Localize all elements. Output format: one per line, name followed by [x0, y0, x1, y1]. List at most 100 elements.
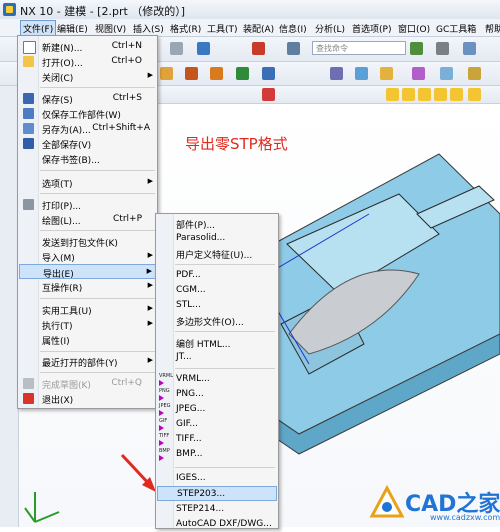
export-iges[interactable]: IGES...: [157, 471, 277, 486]
file-menu-close[interactable]: 关闭(C) ▶: [19, 69, 156, 84]
menu-separator: [40, 351, 155, 352]
jpeg-icon-tag: JPEG: [159, 403, 171, 409]
bmp-icon-tag: BMP: [159, 448, 170, 454]
export-vrml-label: VRML...: [176, 374, 210, 384]
export-bmp[interactable]: BMP BMP...: [157, 447, 277, 462]
save-work-part-icon: [23, 108, 34, 119]
menu-separator: [40, 298, 155, 299]
file-menu-export[interactable]: 导出(E) ▶: [19, 264, 156, 280]
file-menu-close-label: 关闭(C): [42, 74, 74, 84]
file-menu-save-bookmark[interactable]: 保存书签(B)...: [19, 151, 156, 166]
vrml-icon-tag: VRML: [159, 373, 173, 379]
png-icon-tag: PNG: [159, 388, 170, 394]
menu-separator: [40, 230, 155, 231]
file-menu-properties-label: 属性(I): [42, 337, 70, 347]
file-menu-utilities[interactable]: 实用工具(U) ▶: [19, 302, 156, 317]
cad-logo-icon: [369, 484, 405, 518]
export-jt[interactable]: JT...: [157, 350, 277, 365]
export-vrml[interactable]: VRML VRML...: [157, 372, 277, 387]
new-file-icon: [23, 41, 36, 54]
file-menu-finish-sketch-shortcut: Ctrl+Q: [111, 378, 142, 388]
file-menu-recent-parts[interactable]: 最近打开的部件(Y) ▶: [19, 354, 156, 369]
file-menu-finish-sketch: 完成草图(K) Ctrl+Q: [19, 376, 156, 391]
export-udf-label: 用户定义特征(U)...: [176, 251, 253, 261]
file-menu-open[interactable]: 打开(O)... Ctrl+O: [19, 54, 156, 69]
export-tiff[interactable]: TIFF TIFF...: [157, 432, 277, 447]
save-icon: [23, 93, 34, 104]
export-gif[interactable]: GIF GIF...: [157, 417, 277, 432]
export-autocad[interactable]: AutoCAD DXF/DWG...: [157, 517, 277, 532]
file-menu-options[interactable]: 选项(T) ▶: [19, 175, 156, 190]
tiff-icon-tag: TIFF: [159, 433, 170, 439]
file-menu-save-all[interactable]: 全部保存(V): [19, 136, 156, 151]
png-file-icon: PNG: [159, 388, 170, 401]
file-menu-open-shortcut: Ctrl+O: [111, 56, 142, 66]
export-part[interactable]: 部件(P)...: [157, 216, 277, 231]
export-jpeg-label: JPEG...: [176, 404, 206, 414]
file-menu-import-label: 导入(M): [42, 254, 75, 264]
file-menu-plot-label: 绘图(L)...: [42, 217, 81, 227]
export-pdf[interactable]: PDF...: [157, 268, 277, 283]
export-bmp-label: BMP...: [176, 449, 203, 459]
file-menu-execute[interactable]: 执行(T) ▶: [19, 317, 156, 332]
submenu-arrow-icon: ▶: [147, 71, 153, 79]
export-jpeg[interactable]: JPEG JPEG...: [157, 402, 277, 417]
file-menu-exit[interactable]: 退出(X): [19, 391, 156, 406]
file-menu-finish-sketch-label: 完成草图(K): [42, 381, 91, 391]
menu-separator: [40, 170, 155, 171]
export-png-label: PNG...: [176, 389, 204, 399]
export-png[interactable]: PNG PNG...: [157, 387, 277, 402]
export-polygon-file[interactable]: 多边形文件(O)...: [157, 313, 277, 328]
export-stl[interactable]: STL...: [157, 298, 277, 313]
export-cgm[interactable]: CGM...: [157, 283, 277, 298]
save-as-icon: [23, 123, 34, 134]
export-part-label: 部件(P)...: [176, 221, 216, 231]
file-menu-interop-label: 互操作(R): [42, 284, 83, 294]
gif-icon-tag: GIF: [159, 418, 168, 424]
submenu-arrow-icon: ▶: [147, 251, 153, 259]
export-autocad-label: AutoCAD DXF/DWG...: [176, 519, 272, 529]
file-menu-send-to-package[interactable]: 发送到打包文件(K): [19, 234, 156, 249]
submenu-arrow-icon: ▶: [147, 281, 153, 289]
submenu-arrow-icon: ▶: [147, 319, 153, 327]
export-submenu: 部件(P)... Parasolid... 用户定义特征(U)... PDF..…: [155, 213, 279, 529]
export-step203[interactable]: STEP203...: [157, 486, 277, 501]
export-jt-label: JT...: [176, 352, 192, 362]
export-step203-label: STEP203...: [177, 489, 226, 499]
file-menu: 新建(N)... Ctrl+N 打开(O)... Ctrl+O 关闭(C) ▶ …: [17, 35, 158, 409]
file-menu-save[interactable]: 保存(S) Ctrl+S: [19, 91, 156, 106]
file-menu-print[interactable]: 打印(P)...: [19, 197, 156, 212]
file-menu-save-as[interactable]: 另存为(A)... Ctrl+Shift+A: [19, 121, 156, 136]
file-menu-import[interactable]: 导入(M) ▶: [19, 249, 156, 264]
export-parasolid[interactable]: Parasolid...: [157, 231, 277, 246]
file-menu-new-label: 新建(N)...: [42, 44, 83, 54]
submenu-arrow-icon: ▶: [147, 304, 153, 312]
export-step214-label: STEP214...: [176, 504, 225, 514]
export-polygon-file-label: 多边形文件(O)...: [176, 318, 244, 328]
file-menu-interop[interactable]: 互操作(R) ▶: [19, 279, 156, 294]
file-menu-save-as-label: 另存为(A)...: [42, 126, 91, 136]
export-udf[interactable]: 用户定义特征(U)...: [157, 246, 277, 261]
file-menu-new[interactable]: 新建(N)... Ctrl+N: [19, 39, 156, 54]
vrml-file-icon: VRML: [159, 373, 173, 386]
submenu-arrow-icon: ▶: [147, 177, 153, 185]
export-author-html[interactable]: 编创 HTML...: [157, 335, 277, 350]
file-menu-plot[interactable]: 绘图(L)... Ctrl+P: [19, 212, 156, 227]
file-menu-options-label: 选项(T): [42, 180, 73, 190]
file-menu-save-shortcut: Ctrl+S: [112, 93, 142, 103]
file-menu-save-work-part[interactable]: 仅保存工作部件(W): [19, 106, 156, 121]
menu-separator: [40, 372, 155, 373]
file-menu-new-shortcut: Ctrl+N: [111, 41, 142, 51]
file-menu-utilities-label: 实用工具(U): [42, 307, 92, 317]
print-icon: [23, 199, 34, 210]
file-menu-save-label: 保存(S): [42, 96, 73, 106]
file-menu-properties[interactable]: 属性(I): [19, 332, 156, 347]
gif-file-icon: GIF: [159, 418, 167, 431]
export-step214[interactable]: STEP214...: [157, 502, 277, 517]
file-menu-exit-label: 退出(X): [42, 396, 74, 406]
tiff-file-icon: TIFF: [159, 433, 169, 446]
watermark-url: www.cadzxw.com: [430, 513, 500, 522]
file-menu-recent-parts-label: 最近打开的部件(Y): [42, 359, 118, 369]
file-menu-print-label: 打印(P)...: [42, 202, 82, 212]
submenu-arrow-icon: ▶: [147, 356, 153, 364]
